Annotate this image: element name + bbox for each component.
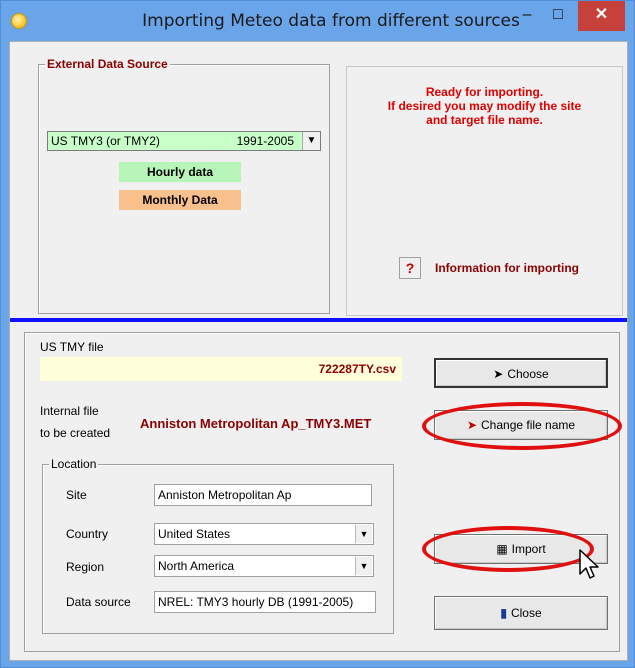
dialog-window: Importing Meteo data from different sour… (0, 0, 635, 668)
change-file-name-button[interactable]: ➤ Change file name (434, 410, 608, 440)
country-label: Country (66, 527, 109, 541)
change-file-name-label: Change file name (481, 418, 576, 432)
close-window-button[interactable]: ✕ (578, 1, 625, 31)
rename-icon: ➤ (466, 418, 477, 432)
minimize-button[interactable]: – (514, 1, 540, 31)
choose-button[interactable]: ➤ Choose (434, 358, 608, 388)
internal-file-name: Anniston Metropolitan Ap_TMY3.MET (140, 416, 372, 431)
window-title: Importing Meteo data from different sour… (142, 11, 520, 31)
external-source-group: External Data Source US TMY3 (or TMY2) 1… (38, 57, 330, 314)
file-label: US TMY file (40, 340, 104, 354)
info-importing-link[interactable]: Information for importing (435, 261, 579, 275)
country-select[interactable]: United States ▼ (154, 523, 374, 545)
region-label: Region (66, 560, 105, 574)
file-value: 722287TY.csv (40, 357, 402, 381)
close-button[interactable]: ▮ Close (434, 596, 608, 630)
source-select-years: 1991-2005 (236, 134, 294, 148)
region-value: North America (158, 559, 235, 573)
choose-label: Choose (507, 367, 549, 381)
status-panel: Ready for importing. If desired you may … (346, 66, 623, 316)
title-bar: Importing Meteo data from different sour… (1, 1, 634, 41)
help-icon[interactable]: ? (399, 257, 421, 279)
location-legend: Location (49, 457, 99, 471)
data-source-label: Data source (66, 595, 131, 609)
status-line-3: and target file name. (426, 113, 543, 127)
status-line-1: Ready for importing. (425, 85, 544, 99)
source-select-value: US TMY3 (or TMY2) (51, 134, 160, 148)
site-input[interactable]: Anniston Metropolitan Ap (154, 484, 372, 506)
maximize-button[interactable]: □ (545, 1, 571, 31)
sun-icon (11, 13, 27, 29)
import-label: Import (511, 542, 546, 556)
arrow-right-icon: ➤ (493, 367, 504, 381)
chevron-down-icon[interactable]: ▼ (355, 525, 372, 543)
exit-door-icon: ▮ (500, 606, 507, 620)
dialog-client: External Data Source US TMY3 (or TMY2) 1… (9, 41, 628, 661)
source-select[interactable]: US TMY3 (or TMY2) 1991-2005 ▼ (47, 131, 321, 151)
monthly-data-tag: Monthly Data (119, 190, 241, 210)
import-icon: ▦ (496, 542, 508, 556)
hourly-data-tag: Hourly data (119, 162, 241, 182)
external-source-legend: External Data Source (45, 57, 170, 71)
mouse-cursor-icon (579, 549, 599, 579)
region-select[interactable]: North America ▼ (154, 555, 374, 577)
status-line-2: If desired you may modify the site (387, 99, 582, 113)
internal-file-label-1: Internal file (40, 404, 99, 418)
chevron-down-icon[interactable]: ▼ (355, 557, 372, 575)
country-value: United States (158, 527, 231, 541)
internal-file-label-2: to be created (40, 426, 111, 440)
close-label: Close (510, 606, 542, 620)
site-label: Site (66, 488, 87, 502)
chevron-down-icon[interactable]: ▼ (302, 132, 320, 150)
separator-bar (10, 318, 627, 322)
status-message: Ready for importing. If desired you may … (347, 85, 622, 127)
data-source-input[interactable]: NREL: TMY3 hourly DB (1991-2005) (154, 591, 376, 613)
